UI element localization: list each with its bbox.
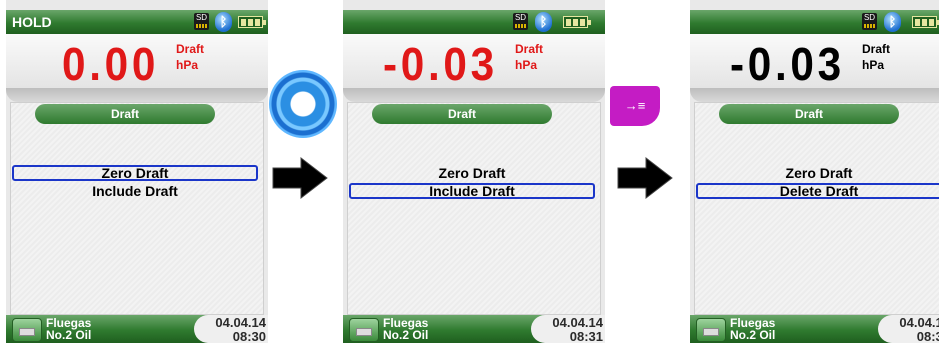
fluegas-icon [349, 318, 379, 342]
draft-label: Draft [862, 42, 891, 56]
status-bar: SD ᛒ [343, 10, 605, 34]
datetime-box: 04.04.14 08:32 [878, 315, 939, 343]
tab-draft[interactable]: Draft [35, 104, 215, 124]
fluegas-icon [696, 318, 726, 342]
bottom-bar: Fluegas No.2 Oil 04.04.14 08:31 [343, 315, 605, 343]
tab-draft[interactable]: Draft [719, 104, 899, 124]
right-arrow-icon [617, 156, 673, 200]
tab-draft[interactable]: Draft [372, 104, 552, 124]
draft-value: -0.03 [383, 38, 498, 90]
divider [690, 88, 939, 102]
menu-item-zero-draft[interactable]: Zero Draft [696, 165, 939, 181]
time-label: 08:32 [916, 329, 939, 343]
menu-panel [10, 102, 264, 315]
status-bar: SD ᛒ [690, 10, 939, 34]
battery-icon [238, 16, 266, 28]
menu-panel [694, 102, 939, 315]
fuel-type-label: No.2 Oil [730, 328, 776, 342]
bluetooth-icon: ᛒ [535, 12, 552, 32]
unit-label: hPa [176, 58, 199, 72]
time-label: 08:30 [232, 329, 266, 343]
draft-label: Draft [176, 42, 205, 56]
bottom-bar: Fluegas No.2 Oil 04.04.14 08:30 [6, 315, 268, 343]
unit-label: hPa [515, 58, 538, 72]
bottom-bar: Fluegas No.2 Oil 04.04.14 08:32 [690, 315, 939, 343]
date-label: 04.04.14 [552, 315, 603, 330]
unit-label: hPa [862, 58, 885, 72]
datetime-box: 04.04.14 08:30 [194, 315, 268, 343]
divider [343, 88, 605, 102]
device-screen-3: SD ᛒ -0.03 Draft hPa Draft Zero Draft De… [690, 0, 939, 343]
menu-item-zero-draft[interactable]: Zero Draft [349, 165, 595, 181]
status-bar: HOLD SD ᛒ [6, 10, 268, 34]
date-label: 04.04.14 [215, 315, 266, 330]
draft-value: 0.00 [62, 38, 160, 90]
divider [6, 88, 268, 102]
hold-indicator: HOLD [12, 14, 52, 30]
fluegas-icon [12, 318, 42, 342]
bluetooth-icon: ᛒ [215, 12, 232, 32]
menu-key-icon[interactable]: →≡ [610, 86, 660, 126]
ring-button-icon[interactable] [269, 70, 337, 138]
bluetooth-icon: ᛒ [884, 12, 901, 32]
fuel-type-label: No.2 Oil [383, 328, 429, 342]
right-arrow-icon [272, 156, 328, 200]
time-label: 08:31 [569, 329, 603, 343]
sd-card-icon: SD [513, 13, 528, 30]
reading-display: -0.03 Draft hPa [343, 34, 605, 90]
menu-item-zero-draft[interactable]: Zero Draft [12, 165, 258, 181]
sd-card-icon: SD [862, 13, 877, 30]
reading-display: -0.03 Draft hPa [690, 34, 939, 90]
menu-item-include-draft[interactable]: Include Draft [349, 183, 595, 199]
reading-display: 0.00 Draft hPa [6, 34, 268, 90]
date-label: 04.04.14 [899, 315, 939, 330]
sd-card-icon: SD [194, 13, 209, 30]
datetime-box: 04.04.14 08:31 [531, 315, 605, 343]
menu-panel [347, 102, 601, 315]
battery-icon [912, 16, 939, 28]
fuel-type-label: No.2 Oil [46, 328, 92, 342]
battery-icon [563, 16, 591, 28]
device-screen-1: HOLD SD ᛒ 0.00 Draft hPa Draft Zero Draf… [6, 0, 268, 343]
draft-label: Draft [515, 42, 544, 56]
menu-item-include-draft[interactable]: Include Draft [12, 183, 258, 199]
device-screen-2: SD ᛒ -0.03 Draft hPa Draft Zero Draft In… [343, 0, 605, 343]
draft-value: -0.03 [730, 38, 845, 90]
menu-item-delete-draft[interactable]: Delete Draft [696, 183, 939, 199]
